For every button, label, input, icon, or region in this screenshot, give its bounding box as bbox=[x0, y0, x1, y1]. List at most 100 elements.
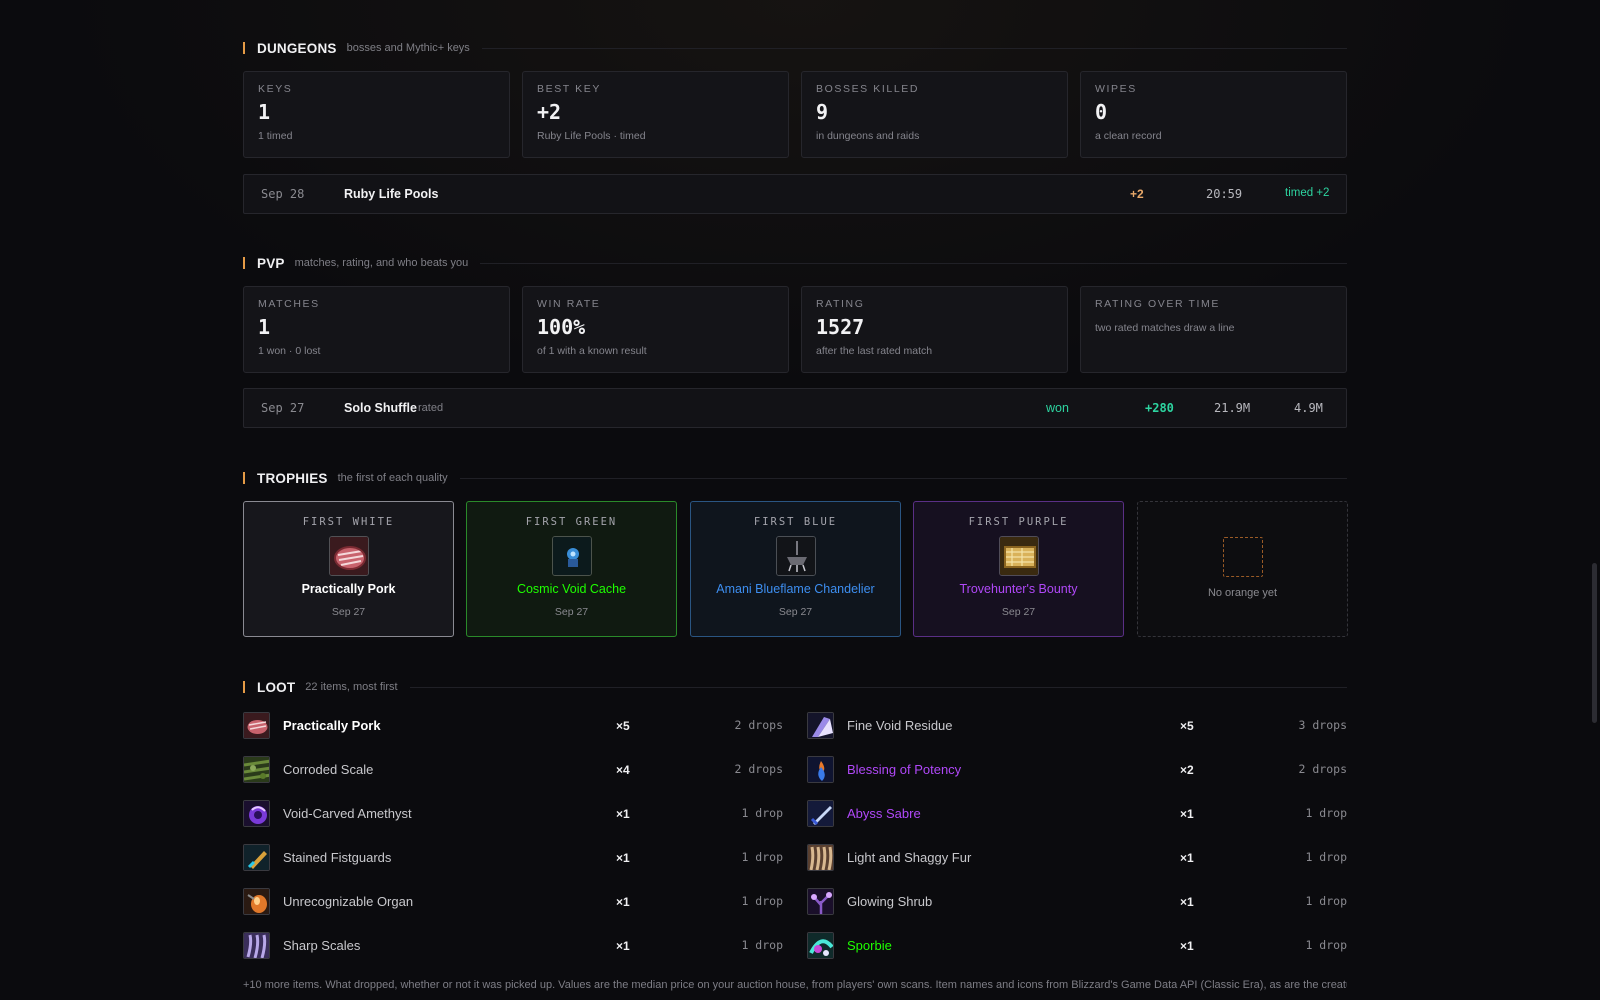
empty-slot-placeholder bbox=[1222, 537, 1263, 577]
organ-icon bbox=[243, 888, 270, 915]
run-result: timed +2 bbox=[1285, 187, 1330, 199]
bounty-icon bbox=[998, 536, 1039, 576]
trophy-first-white[interactable]: FIRST WHITE Practically Pork Sep 27 bbox=[243, 501, 454, 637]
stat-card-best-key: BEST KEY +2 Ruby Life Pools · timed bbox=[522, 71, 789, 158]
run-key-level: +2 bbox=[1130, 187, 1144, 201]
match-rated-tag: rated bbox=[418, 402, 444, 414]
loot-item-name: Unrecognizable Organ bbox=[283, 894, 414, 909]
loot-item[interactable]: Practically Pork ×5 2 drops bbox=[243, 712, 783, 756]
stat-value: 1 bbox=[258, 315, 271, 339]
loot-item[interactable]: Unrecognizable Organ ×1 1 drop bbox=[243, 888, 783, 932]
section-subtitle: 22 items, most first bbox=[305, 681, 398, 693]
stat-value: 0 bbox=[1095, 100, 1108, 124]
stat-note: 1 timed bbox=[258, 130, 293, 142]
loot-item-drops: 1 drop bbox=[1305, 938, 1347, 952]
pvp-stat-cards: MATCHES 1 1 won · 0 lost WIN RATE 100% o… bbox=[243, 286, 1347, 373]
match-date: Sep 27 bbox=[261, 401, 305, 415]
loot-item-quantity: ×2 bbox=[1180, 763, 1194, 777]
loot-item[interactable]: Void-Carved Amethyst ×1 1 drop bbox=[243, 800, 783, 844]
stat-card-bosses-killed: BOSSES KILLED 9 in dungeons and raids bbox=[801, 71, 1068, 158]
loot-item[interactable]: Blessing of Potency ×2 2 drops bbox=[807, 756, 1347, 800]
match-healing: 4.9M bbox=[1294, 401, 1323, 415]
trophy-label: FIRST PURPLE bbox=[968, 516, 1069, 528]
dungeon-run-row[interactable]: Sep 28 Ruby Life Pools +2 20:59 timed +2 bbox=[243, 174, 1347, 214]
loot-item-quantity: ×1 bbox=[1180, 939, 1194, 953]
loot-item-drops: 1 drop bbox=[1305, 894, 1347, 908]
stat-label: RATING bbox=[816, 298, 865, 310]
loot-item-quantity: ×5 bbox=[1180, 719, 1194, 733]
loot-item[interactable]: Corroded Scale ×4 2 drops bbox=[243, 756, 783, 800]
stat-value: 9 bbox=[816, 100, 829, 124]
loot-list-right: Fine Void Residue ×5 3 drops Blessing of… bbox=[807, 712, 1347, 976]
section-divider bbox=[481, 47, 1347, 49]
loot-item[interactable]: Sharp Scales ×1 1 drop bbox=[243, 932, 783, 976]
stat-card-rating-over-time: RATING OVER TIME two rated matches draw … bbox=[1080, 286, 1347, 373]
trophy-first-purple[interactable]: FIRST PURPLE Trovehunter's Bounty Sep 27 bbox=[913, 501, 1124, 637]
loot-header: LOOT 22 items, most first bbox=[243, 678, 1347, 696]
loot-item-quantity: ×1 bbox=[1180, 807, 1194, 821]
trophy-first-green[interactable]: FIRST GREEN Cosmic Void Cache Sep 27 bbox=[466, 501, 677, 637]
loot-item[interactable]: Abyss Sabre ×1 1 drop bbox=[807, 800, 1347, 844]
loot-item-name: Void-Carved Amethyst bbox=[283, 806, 412, 821]
loot-item-drops: 2 drops bbox=[734, 718, 783, 732]
loot-item-name: Blessing of Potency bbox=[847, 762, 962, 777]
section-divider bbox=[459, 477, 1347, 479]
dungeon-stat-cards: KEYS 1 1 timed BEST KEY +2 Ruby Life Poo… bbox=[243, 71, 1347, 158]
match-bracket: Solo Shuffle bbox=[344, 401, 417, 415]
loot-item[interactable]: Sporbie ×1 1 drop bbox=[807, 932, 1347, 976]
stat-label: WIN RATE bbox=[537, 298, 601, 310]
stat-label: BOSSES KILLED bbox=[816, 83, 920, 95]
section-subtitle: bosses and Mythic+ keys bbox=[346, 42, 470, 54]
blessing-icon bbox=[807, 756, 834, 783]
loot-item-drops: 1 drop bbox=[741, 806, 783, 820]
fur-icon bbox=[807, 844, 834, 871]
trophy-first-blue[interactable]: FIRST BLUE Amani Blueflame Chandelier Se… bbox=[690, 501, 901, 637]
loot-item-drops: 2 drops bbox=[1298, 762, 1347, 776]
section-subtitle: the first of each quality bbox=[337, 472, 448, 484]
loot-item-quantity: ×1 bbox=[616, 939, 630, 953]
loot-item-drops: 1 drop bbox=[1305, 806, 1347, 820]
section-accent-bar bbox=[243, 681, 245, 693]
trophy-item-name: Cosmic Void Cache bbox=[516, 582, 627, 596]
loot-item-name: Sporbie bbox=[847, 938, 892, 953]
loot-item[interactable]: Glowing Shrub ×1 1 drop bbox=[807, 888, 1347, 932]
section-subtitle: matches, rating, and who beats you bbox=[294, 257, 469, 269]
trophy-item-name: Practically Pork bbox=[301, 582, 396, 596]
loot-item-name: Stained Fistguards bbox=[283, 850, 392, 865]
stat-card-wipes: WIPES 0 a clean record bbox=[1080, 71, 1347, 158]
loot-item-name: Sharp Scales bbox=[283, 938, 361, 953]
stat-note: two rated matches draw a line bbox=[1095, 322, 1235, 334]
pork-icon bbox=[328, 536, 369, 576]
loot-item-quantity: ×1 bbox=[616, 807, 630, 821]
scales-icon bbox=[243, 932, 270, 959]
trophy-empty-orange: No orange yet bbox=[1137, 501, 1348, 637]
match-rating-change: +280 bbox=[1145, 401, 1174, 415]
trophy-date: Sep 27 bbox=[331, 606, 366, 618]
stat-card-rating: RATING 1527 after the last rated match bbox=[801, 286, 1068, 373]
stat-value: +2 bbox=[537, 100, 562, 124]
loot-item[interactable]: Fine Void Residue ×5 3 drops bbox=[807, 712, 1347, 756]
loot-item-quantity: ×5 bbox=[616, 719, 630, 733]
cache-icon bbox=[551, 536, 592, 576]
stat-value: 100% bbox=[537, 315, 586, 339]
loot-item[interactable]: Light and Shaggy Fur ×1 1 drop bbox=[807, 844, 1347, 888]
stat-label: RATING OVER TIME bbox=[1095, 298, 1220, 310]
run-time: 20:59 bbox=[1206, 187, 1243, 201]
loot-item-quantity: ×4 bbox=[616, 763, 630, 777]
section-title: LOOT bbox=[257, 679, 296, 695]
empty-trophy-text: No orange yet bbox=[1207, 587, 1278, 599]
stat-note: after the last rated match bbox=[816, 345, 933, 357]
trophy-date: Sep 27 bbox=[554, 606, 589, 618]
stat-label: KEYS bbox=[258, 83, 293, 95]
run-dungeon-name: Ruby Life Pools bbox=[344, 187, 439, 201]
loot-item-drops: 1 drop bbox=[741, 938, 783, 952]
sabre-icon bbox=[807, 800, 834, 827]
loot-item-drops: 1 drop bbox=[741, 850, 783, 864]
stat-label: BEST KEY bbox=[537, 83, 601, 95]
loot-item-quantity: ×1 bbox=[1180, 895, 1194, 909]
pvp-match-row[interactable]: Sep 27 Solo Shuffle rated won +280 21.9M… bbox=[243, 388, 1347, 428]
loot-item[interactable]: Stained Fistguards ×1 1 drop bbox=[243, 844, 783, 888]
scrollbar-thumb[interactable] bbox=[1592, 563, 1597, 723]
loot-footnote: +10 more items. What dropped, whether or… bbox=[243, 979, 1347, 991]
trophy-label: FIRST GREEN bbox=[525, 516, 618, 528]
